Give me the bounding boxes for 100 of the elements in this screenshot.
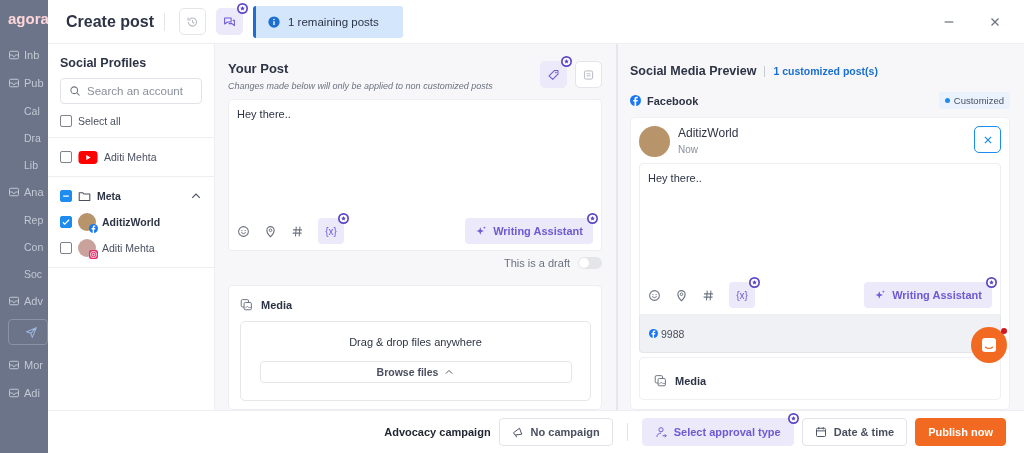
section-title: Social Media Preview	[630, 64, 757, 78]
premium-star-icon	[587, 213, 598, 224]
account-name: AditizWorld	[102, 216, 161, 228]
nav-subitem[interactable]: Cal	[8, 97, 48, 124]
location-icon[interactable]	[264, 224, 277, 238]
browse-files-button[interactable]: Browse files	[259, 361, 572, 383]
section-title: Your Post	[228, 61, 290, 76]
toggle-label: This is a draft	[503, 257, 570, 269]
media-icon	[240, 298, 253, 311]
hashtag-icon[interactable]	[702, 288, 715, 302]
facebook-icon	[630, 95, 641, 106]
chat-icon	[223, 14, 237, 29]
nav-item[interactable]: Inb	[24, 49, 40, 61]
nav-icon	[8, 77, 20, 89]
avatar	[639, 126, 670, 157]
chat-widget-icon[interactable]	[971, 327, 1007, 363]
search-input[interactable]: Search an account	[87, 85, 193, 97]
dialog-title: Create post	[66, 12, 166, 31]
premium-star-icon	[986, 277, 997, 288]
close-icon	[982, 134, 993, 145]
instagram-icon	[89, 250, 98, 259]
post-text: Hey there..	[237, 108, 292, 122]
network-name: Facebook	[647, 94, 700, 107]
card-title: Media	[261, 298, 293, 311]
video-play-icon	[78, 150, 98, 164]
reach-count: 9988	[661, 327, 685, 340]
nav-subitem[interactable]: Con	[8, 233, 48, 260]
facebook-icon	[649, 329, 658, 338]
banner-text: 1 remaining posts	[288, 15, 379, 28]
check-icon	[61, 217, 71, 227]
post-text: Hey there..	[648, 172, 703, 186]
draft-toggle[interactable]	[578, 257, 602, 269]
nav-item[interactable]: Mor	[24, 359, 43, 371]
checkbox[interactable]	[60, 114, 72, 127]
sparkle-icon	[475, 225, 488, 237]
nav-subitem[interactable]: Rep	[8, 206, 48, 233]
status-badge: Customized	[938, 92, 1010, 109]
checkbox[interactable]	[60, 151, 72, 163]
post-time: Now	[678, 144, 699, 155]
emoji-icon[interactable]	[237, 224, 250, 238]
info-icon	[268, 15, 281, 28]
nav-icon	[8, 359, 20, 371]
nav-subitem[interactable]: Dra	[8, 124, 48, 151]
variable-button[interactable]: {x}	[318, 218, 344, 244]
approval-button[interactable]: Select approval type	[641, 418, 794, 446]
checkbox[interactable]	[60, 242, 72, 254]
hashtag-icon[interactable]	[291, 224, 304, 238]
panel-title: Social Profiles	[59, 55, 148, 72]
nav-icon	[8, 387, 20, 399]
nav-subitem[interactable]: Soc	[8, 260, 48, 287]
account-name: AditizWorld	[678, 126, 740, 140]
nav-item[interactable]: Ana	[24, 186, 44, 198]
tag-button[interactable]	[540, 61, 567, 88]
hint-text: Changes made below will only be applied to non customized posts	[228, 81, 493, 91]
sparkle-icon	[874, 289, 887, 301]
facebook-icon	[89, 224, 98, 233]
nav-item[interactable]: Adi	[24, 387, 40, 399]
checkbox[interactable]	[60, 190, 72, 202]
premium-star-icon	[561, 56, 572, 67]
location-icon[interactable]	[675, 288, 688, 302]
checkbox[interactable]	[60, 216, 72, 228]
post-editor[interactable]: Hey there.. {x} Writing Assistant	[228, 99, 602, 251]
folder-icon	[78, 189, 91, 203]
group-name: Meta	[97, 190, 122, 202]
writing-assistant-button[interactable]: Writing Assistant	[864, 282, 992, 308]
variable-button[interactable]: {x}	[729, 282, 755, 308]
premium-star-icon	[237, 3, 249, 14]
person-icon	[654, 426, 667, 438]
emoji-icon[interactable]	[648, 288, 661, 302]
field-label: Advocacy campaign	[384, 426, 491, 438]
account-name: Aditi Mehta	[102, 242, 155, 254]
nav-item[interactable]: Pub	[24, 77, 44, 89]
nav-subitem[interactable]: Lib	[8, 151, 48, 178]
nav-icon	[8, 295, 20, 307]
customized-link[interactable]: 1 customized post(s)	[773, 65, 878, 77]
tag-icon	[547, 67, 560, 82]
premium-star-icon	[749, 277, 760, 288]
campaign-dropdown[interactable]: No campaign	[498, 418, 613, 446]
date-time-button[interactable]: Date & time	[801, 418, 908, 446]
publish-button[interactable]: Publish now	[915, 418, 1006, 446]
premium-star-icon	[787, 413, 799, 424]
drop-zone[interactable]: Drag & drop files anywhere Browse files	[240, 321, 591, 401]
nav-item[interactable]: Adv	[24, 295, 43, 307]
comments-button[interactable]	[216, 8, 244, 35]
remove-button[interactable]	[974, 126, 1001, 153]
search-icon	[69, 85, 81, 97]
account-name: Aditi Mehta	[104, 151, 157, 163]
post-editor[interactable]: Hey there.. {x} Writing Assistant	[639, 163, 1001, 315]
document-icon	[582, 67, 595, 82]
megaphone-icon	[511, 426, 524, 438]
media-icon	[654, 374, 667, 387]
writing-assistant-button[interactable]: Writing Assistant	[465, 218, 593, 244]
drop-text: Drag & drop files anywhere	[349, 336, 482, 348]
search-field[interactable]: Search an account	[60, 78, 202, 104]
history-icon	[186, 14, 200, 29]
caret-icon	[444, 367, 455, 377]
nav-icon	[8, 49, 20, 61]
calendar-icon	[814, 426, 827, 438]
premium-star-icon	[338, 213, 349, 224]
nav-icon	[8, 186, 20, 198]
